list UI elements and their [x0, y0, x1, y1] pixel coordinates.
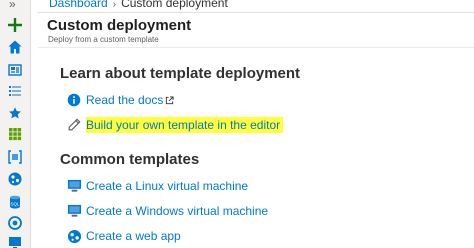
virtual-machine-icon [66, 178, 82, 194]
sql-databases-icon[interactable]: SQL [5, 193, 25, 211]
web-app-icon [66, 228, 82, 244]
create-resource-icon[interactable] [5, 16, 25, 34]
breadcrumb-current: Custom deployment [121, 0, 228, 10]
virtual-machine-icon [66, 203, 82, 219]
create-web-app-link[interactable]: Create a web app [66, 227, 181, 245]
resource-groups-icon[interactable] [5, 148, 25, 166]
breadcrumb-dashboard-link[interactable]: Dashboard [49, 0, 108, 10]
app-services-icon[interactable] [5, 170, 25, 188]
blade-header: Custom deployment Deploy from a custom t… [38, 12, 474, 48]
create-web-app-label: Create a web app [86, 229, 181, 243]
create-windows-vm-label: Create a Windows virtual machine [86, 204, 269, 218]
breadcrumb-separator: › [112, 0, 117, 10]
create-windows-vm-link[interactable]: Create a Windows virtual machine [66, 202, 268, 220]
create-linux-vm-label: Create a Linux virtual machine [86, 179, 249, 193]
pencil-icon [66, 117, 82, 133]
favorites-star-icon[interactable] [5, 104, 25, 122]
common-templates-heading: Common templates [60, 151, 200, 168]
create-linux-vm-link[interactable]: Create a Linux virtual machine [66, 177, 248, 195]
expand-menu-button[interactable]: » [9, 0, 16, 11]
breadcrumb: Dashboard › Custom deployment [49, 0, 228, 10]
read-the-docs-label: Read the docs [86, 93, 164, 107]
info-icon [66, 92, 82, 108]
all-services-icon[interactable] [5, 82, 25, 100]
left-nav-rail: » SQL [0, 0, 31, 248]
read-the-docs-link[interactable]: Read the docs [66, 91, 174, 109]
virtual-machines-icon[interactable] [5, 234, 25, 248]
azure-cosmos-db-icon[interactable] [5, 214, 25, 232]
learn-section-heading: Learn about template deployment [60, 65, 301, 82]
build-own-template-link[interactable]: Build your own template in the editor [66, 116, 284, 134]
page-title: Custom deployment [47, 17, 192, 34]
page-subtitle: Deploy from a custom template [48, 35, 159, 44]
build-own-template-label: Build your own template in the editor [86, 117, 284, 133]
external-link-icon [165, 95, 174, 105]
breadcrumb-bar: Dashboard › Custom deployment [31, 0, 474, 11]
home-icon[interactable] [5, 38, 25, 56]
all-resources-icon[interactable] [5, 125, 25, 143]
svg-text:SQL: SQL [10, 202, 20, 207]
dashboard-icon[interactable] [5, 61, 25, 79]
